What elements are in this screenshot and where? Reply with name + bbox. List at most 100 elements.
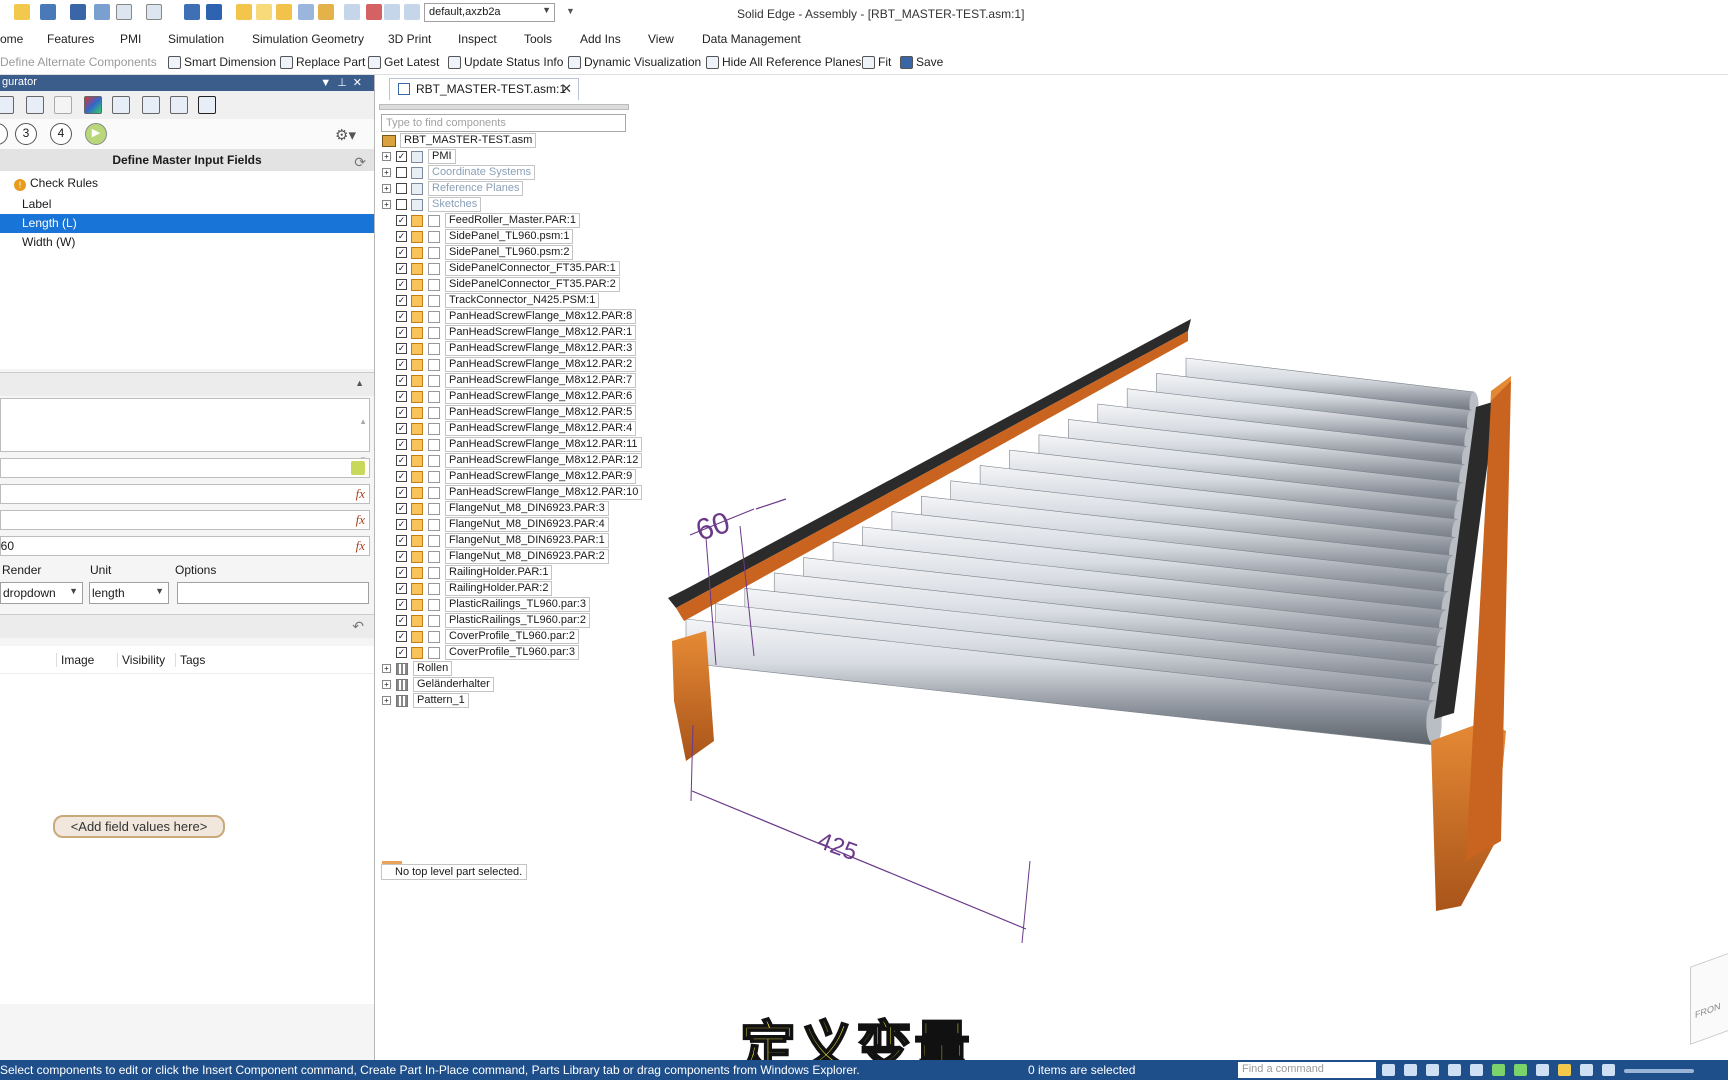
tab-view[interactable]: View bbox=[648, 32, 674, 46]
tab-3d-print[interactable]: 3D Print bbox=[388, 32, 431, 46]
tab-inspect[interactable]: Inspect bbox=[458, 32, 497, 46]
tree-part-item[interactable]: ✓ FlangeNut_M8_DIN6923.PAR:3 bbox=[396, 501, 609, 516]
expand-icon[interactable]: + bbox=[382, 184, 391, 193]
configuration-select[interactable]: default,axzb2a ▼ bbox=[424, 3, 555, 22]
define-alternate-button[interactable]: Define Alternate Components bbox=[0, 55, 157, 69]
assembly-icon[interactable] bbox=[236, 4, 252, 20]
pan-icon[interactable] bbox=[1470, 1064, 1483, 1076]
tab-pmi[interactable]: PMI bbox=[120, 32, 141, 46]
unit-select[interactable]: length ▼ bbox=[89, 582, 169, 604]
tree-part-item[interactable]: ✓ PanHeadScrewFlange_M8x12.PAR:10 bbox=[396, 485, 643, 500]
visibility-checkbox[interactable]: ✓ bbox=[396, 247, 407, 258]
visibility-checkbox[interactable]: ✓ bbox=[396, 279, 407, 290]
visibility-checkbox[interactable]: ✓ bbox=[396, 615, 407, 626]
tree-part-item[interactable]: ✓ SidePanelConnector_FT35.PAR:2 bbox=[396, 277, 620, 292]
render-mode-icon[interactable] bbox=[1602, 1064, 1615, 1076]
tree-part-item[interactable]: ✓ PanHeadScrewFlange_M8x12.PAR:8 bbox=[396, 309, 637, 324]
visibility-checkbox[interactable]: ✓ bbox=[396, 519, 407, 530]
save-icon[interactable] bbox=[40, 4, 56, 20]
tab-simulation-geometry[interactable]: Simulation Geometry bbox=[252, 32, 364, 46]
tree-part-item[interactable]: ✓ PanHeadScrewFlange_M8x12.PAR:2 bbox=[396, 357, 637, 372]
expand-icon[interactable]: + bbox=[382, 696, 391, 705]
tree-part-item[interactable]: ✓ FeedRoller_Master.PAR:1 bbox=[396, 213, 580, 228]
tree-part-item[interactable]: ✓ TrackConnector_N425.PSM:1 bbox=[396, 293, 600, 308]
grid-view-icon[interactable] bbox=[170, 96, 188, 114]
visibility-checkbox[interactable]: ✓ bbox=[396, 327, 407, 338]
field-row-width[interactable]: Width (W) bbox=[0, 233, 374, 252]
tree-part-item[interactable]: ✓ CoverProfile_TL960.par:3 bbox=[396, 645, 579, 660]
settings-panel-icon[interactable] bbox=[198, 96, 216, 114]
visibility-checkbox[interactable]: ✓ bbox=[396, 439, 407, 450]
visibility-checkbox[interactable]: ✓ bbox=[396, 231, 407, 242]
visibility-checkbox[interactable]: ✓ bbox=[396, 263, 407, 274]
sheetmetal-icon[interactable] bbox=[276, 4, 292, 20]
redo-icon[interactable] bbox=[146, 4, 162, 20]
view-cube[interactable]: FRON bbox=[1690, 953, 1728, 1045]
tab-features[interactable]: Features bbox=[47, 32, 94, 46]
tree-pattern[interactable]: + Geländerhalter bbox=[382, 677, 494, 692]
part-icon[interactable] bbox=[256, 4, 272, 20]
render-select[interactable]: dropdown ▼ bbox=[0, 582, 83, 604]
tree-folder[interactable]: + Reference Planes bbox=[382, 181, 524, 196]
close-icon[interactable]: ✕ bbox=[561, 81, 572, 97]
fit-view-icon[interactable] bbox=[1448, 1064, 1461, 1076]
tree-root[interactable]: RBT_MASTER-TEST.asm bbox=[382, 133, 537, 148]
gear-icon[interactable]: ⚙▾ bbox=[335, 126, 356, 144]
fx-icon[interactable]: fx bbox=[356, 512, 365, 528]
flag-icon[interactable] bbox=[384, 4, 400, 20]
visibility-checkbox[interactable]: ✓ bbox=[396, 599, 407, 610]
add-field-values-button[interactable]: <Add field values here> bbox=[53, 815, 225, 838]
expand-icon[interactable]: + bbox=[382, 664, 391, 673]
tree-part-item[interactable]: ✓ FlangeNut_M8_DIN6923.PAR:4 bbox=[396, 517, 609, 532]
update-status-button[interactable]: Update Status Info bbox=[448, 55, 563, 69]
step-3[interactable]: 3 bbox=[15, 123, 37, 145]
visibility-checkbox[interactable]: ✓ bbox=[396, 343, 407, 354]
fit-button[interactable]: Fit bbox=[862, 55, 891, 69]
tree-part-item[interactable]: ✓ PanHeadScrewFlange_M8x12.PAR:11 bbox=[396, 437, 642, 452]
expand-icon[interactable]: + bbox=[382, 200, 391, 209]
field-row-label[interactable]: Label bbox=[0, 195, 374, 214]
find-command-input[interactable]: Find a command bbox=[1238, 1062, 1376, 1078]
undo-icon[interactable] bbox=[116, 4, 132, 20]
tree-part-item[interactable]: ✓ PlasticRailings_TL960.par:3 bbox=[396, 597, 590, 612]
pointer-icon[interactable] bbox=[344, 4, 360, 20]
conveyor-model[interactable]: 60 425 bbox=[376, 101, 1728, 1060]
options-input[interactable] bbox=[177, 582, 369, 604]
refresh-icon[interactable]: ⟳ bbox=[354, 151, 366, 173]
arrow-icon[interactable] bbox=[1382, 1064, 1395, 1076]
description-textarea[interactable]: ▲▼ bbox=[0, 398, 370, 464]
tree-icon[interactable] bbox=[142, 96, 160, 114]
visibility-checkbox[interactable]: ✓ bbox=[396, 551, 407, 562]
fx-icon[interactable]: fx bbox=[356, 486, 365, 502]
dynamic-visualization-button[interactable]: Dynamic Visualization bbox=[568, 55, 701, 69]
tree-part-item[interactable]: ✓ PanHeadScrewFlange_M8x12.PAR:1 bbox=[396, 325, 637, 340]
visibility-checkbox[interactable]: ✓ bbox=[396, 647, 407, 658]
tree-part-item[interactable]: ✓ SidePanel_TL960.psm:2 bbox=[396, 245, 574, 260]
collapse-icon[interactable]: ▲ bbox=[355, 378, 364, 388]
zoom-slider[interactable] bbox=[1624, 1069, 1694, 1073]
save-button[interactable]: Save bbox=[900, 55, 943, 69]
visibility-checkbox[interactable]: ✓ bbox=[396, 295, 407, 306]
tab-simulation[interactable]: Simulation bbox=[168, 32, 224, 46]
rotate-icon[interactable] bbox=[1492, 1064, 1505, 1076]
grid-icon[interactable] bbox=[1580, 1064, 1593, 1076]
tree-part-item[interactable]: ✓ SidePanel_TL960.psm:1 bbox=[396, 229, 574, 244]
tree-part-item[interactable]: ✓ PanHeadScrewFlange_M8x12.PAR:12 bbox=[396, 453, 643, 468]
tree-part-item[interactable]: ✓ SidePanelConnector_FT35.PAR:1 bbox=[396, 261, 620, 276]
select-filter-icon[interactable] bbox=[366, 4, 382, 20]
visibility-checkbox[interactable]: ✓ bbox=[396, 455, 407, 466]
tree-part-item[interactable]: ✓ PanHeadScrewFlange_M8x12.PAR:7 bbox=[396, 373, 637, 388]
tree-part-item[interactable]: ✓ PanHeadScrewFlange_M8x12.PAR:5 bbox=[396, 405, 637, 420]
visibility-checkbox[interactable]: ✓ bbox=[396, 471, 407, 482]
visibility-checkbox[interactable]: ✓ bbox=[396, 311, 407, 322]
tree-pattern[interactable]: + Pattern_1 bbox=[382, 693, 469, 708]
save-as-icon[interactable] bbox=[70, 4, 86, 20]
graphics-viewport[interactable]: 60 425 Type to find components RBT_MASTE… bbox=[376, 101, 1728, 1060]
tab-home[interactable]: ome bbox=[0, 32, 23, 46]
visibility-checkbox[interactable]: ✓ bbox=[396, 151, 407, 162]
visibility-checkbox[interactable]: ✓ bbox=[396, 407, 407, 418]
expand-icon[interactable]: + bbox=[382, 152, 391, 161]
open-config-icon[interactable] bbox=[0, 96, 14, 114]
field-row-length[interactable]: Length (L) bbox=[0, 214, 374, 233]
visibility-checkbox[interactable]: ✓ bbox=[396, 391, 407, 402]
